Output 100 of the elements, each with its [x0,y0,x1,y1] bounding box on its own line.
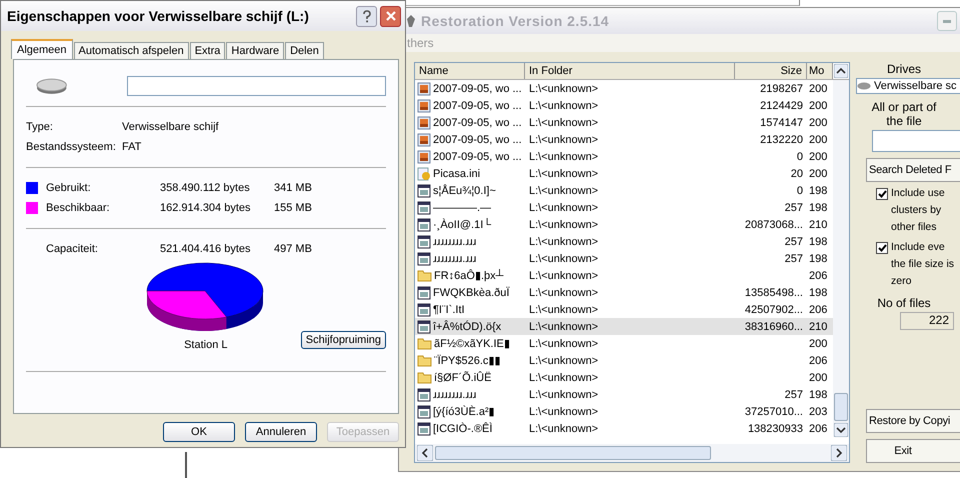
folder-cell-text: L:\<unknown> [528,336,600,352]
window-title: Eigenschappen voor Verwisselbare schijf (L:) [7,8,309,24]
column-header[interactable]: In Folder [525,63,735,79]
folder-cell-text: L:\<unknown> [528,370,600,386]
folder-icon [417,371,432,384]
folder-cell-text: L:\<unknown> [528,82,600,96]
size-cell: 20873068... [744,218,803,230]
scroll-up-icon[interactable] [834,64,848,78]
file-name: ¨ÏPY$526.c▮▮ [434,354,500,367]
field-label: Type: [26,121,54,133]
file-name: s¦ÅEu¾¦0.Ι]~ [433,184,496,196]
file-name: FR↕6aÔ▮.þx┴ [434,269,504,282]
folder-cell-text: L:\<unknown> [528,166,600,182]
file-row[interactable]: ɹɹɹɹɹɹɹɹ.ɹɹɹ L:\<unknown> 257 198 [415,386,833,403]
close-icon [384,10,396,22]
file-row[interactable]: 2007-09-05, wo ... L:\<unknown> 0 200 [415,148,833,165]
file-row[interactable]: ¶Ι¨Ι`.ΙtΙ L:\<unknown> 42507902... 206 [415,301,833,318]
file-row[interactable]: ·¸ÀoΙΙ@.1Ι└ L:\<unknown> 20873068... 210 [415,216,833,233]
drive-name-field[interactable] [127,76,386,96]
folder-cell-text: L:\<unknown> [528,150,600,164]
file-name: ɹɹɹɹɹɹɹɹ.ɹɹɹ [433,252,476,264]
search-button[interactable]: Search Deleted F [866,158,960,182]
disk-cleanup-button[interactable]: Schijfopruiming [300,331,386,349]
drive-dropdown[interactable]: Verwisselbare sc [856,78,960,94]
file-name: ɹɹɹɹɹɹɹɹ.ɹɹɹ [433,388,476,400]
settings-file-icon [417,166,431,180]
file-row[interactable]: FR↕6aÔ▮.þx┴ L:\<unknown> 206 [415,267,833,284]
size-cell: 257 [784,388,803,400]
file-name: 2007-09-05, wo ... [433,116,522,128]
close-button[interactable] [380,6,401,26]
column-header[interactable]: Name [415,63,525,79]
file-row[interactable]: [ΙCGΙÒ-.®ÊÌ L:\<unknown> 138230933 206 [415,420,833,437]
file-row[interactable]: [ý{íó3ÙÈ.a²▮ L:\<unknown> 37257010... 203 [415,403,833,420]
search-label: All or part of the file [870,100,938,128]
drives-label: Drives [886,62,922,76]
file-row[interactable]: 2007-09-05, wo ... L:\<unknown> 2124429 200 [415,97,833,114]
bytes-value: 162.914.304 bytes [160,202,252,214]
folder-icon [417,337,432,350]
restore-button[interactable]: Restore by Copyi [866,409,960,433]
scroll-right-icon[interactable] [831,445,847,461]
folder-cell-text: L:\<unknown> [528,234,600,250]
file-row[interactable]: í§ØF´Õ.iÛË L:\<unknown> 200 [415,369,833,386]
exit-button[interactable]: Exit [866,439,960,463]
file-name: [ý{íó3ÙÈ.a²▮ [433,405,495,418]
date-cell-text: 206 [808,422,828,436]
dialog-button[interactable]: Annuleren [245,422,317,442]
tab[interactable]: Algemeen [11,39,73,59]
date-cell-text: 206 [808,268,828,284]
scroll-thumb[interactable] [834,393,848,421]
date-cell-text: 198 [808,388,828,402]
file-name: 2007-09-05, wo ... [433,82,522,94]
checkbox-label: Include use clusters by other files [891,186,945,235]
date-cell-text: 203 [808,404,828,420]
image-file-icon [417,132,431,146]
tab[interactable]: Automatisch afspelen [74,42,189,59]
scroll-thumb[interactable] [435,446,711,460]
file-row[interactable]: ɹɹɹɹɹɹɹɹ.ɹɹɹ L:\<unknown> 257 198 [415,233,833,250]
size-cell: 0 [796,150,803,162]
folder-cell-text: L:\<unknown> [528,116,600,130]
bytes-value: 521.404.416 bytes [160,243,252,255]
image-file-icon [417,150,431,164]
space-label: Beschikbaar: [46,202,111,214]
file-name: 2007-09-05, wo ... [433,134,522,146]
date-cell-text: 206 [808,354,828,368]
file-name: ¶Ι¨Ι`.ΙtΙ [433,304,465,316]
file-row[interactable]: ɹɹɹɹɹɹɹɹ.ɹɹɹ L:\<unknown> 257 198 [415,250,833,267]
horizontal-scrollbar[interactable] [415,444,849,462]
date-cell-text: 200 [808,336,828,352]
folder-cell-text: L:\<unknown> [528,286,600,300]
size-cell: 257 [784,252,803,264]
file-row[interactable]: 2007-09-05, wo ... L:\<unknown> 2132220 200 [415,131,833,148]
checkbox[interactable] [876,242,888,254]
search-field[interactable] [872,130,960,152]
checkbox[interactable] [876,188,888,200]
file-row[interactable]: î+Â%tÓD).ö{x L:\<unknown> 38316960... 210 [415,318,833,335]
file-row[interactable]: ————.— L:\<unknown> 257 198 [415,199,833,216]
size-cell: 138230933 [748,422,803,434]
tab[interactable]: Delen [285,42,324,59]
file-row[interactable]: Picasa.ini L:\<unknown> 20 200 [415,165,833,182]
size-cell: 257 [784,202,803,214]
size-cell: 20 [790,168,803,180]
file-row[interactable]: ãF½©xãYK.IE▮ L:\<unknown> 200 [415,335,833,352]
dialog-button[interactable]: OK [163,422,235,442]
file-row[interactable]: s¦ÅEu¾¦0.Ι]~ L:\<unknown> 0 198 [415,182,833,199]
scroll-down-icon[interactable] [834,423,848,437]
tab[interactable]: Hardware [226,42,284,59]
file-name: 2007-09-05, wo ... [433,100,522,112]
file-row[interactable]: 2007-09-05, wo ... L:\<unknown> 1574147 200 [415,114,833,131]
drive-label: Station L [184,339,228,351]
file-row[interactable]: ¨ÏPY$526.c▮▮ L:\<unknown> 206 [415,352,833,369]
tab[interactable]: Extra [190,42,226,59]
size-cell: 38316960... [744,320,803,332]
vertical-scrollbar[interactable] [833,80,849,437]
column-header[interactable]: Size [735,63,807,79]
date-cell-text: 198 [808,252,828,266]
file-name: í§ØF´Õ.iÛË [434,372,492,384]
scroll-left-icon[interactable] [417,445,433,461]
file-row[interactable]: 2007-09-05, wo ... L:\<unknown> 2198267 200 [415,80,833,97]
file-row[interactable]: FWQKBkèa.ðuÏ L:\<unknown> 13585498... 198 [415,284,833,301]
help-button[interactable] [356,6,377,26]
